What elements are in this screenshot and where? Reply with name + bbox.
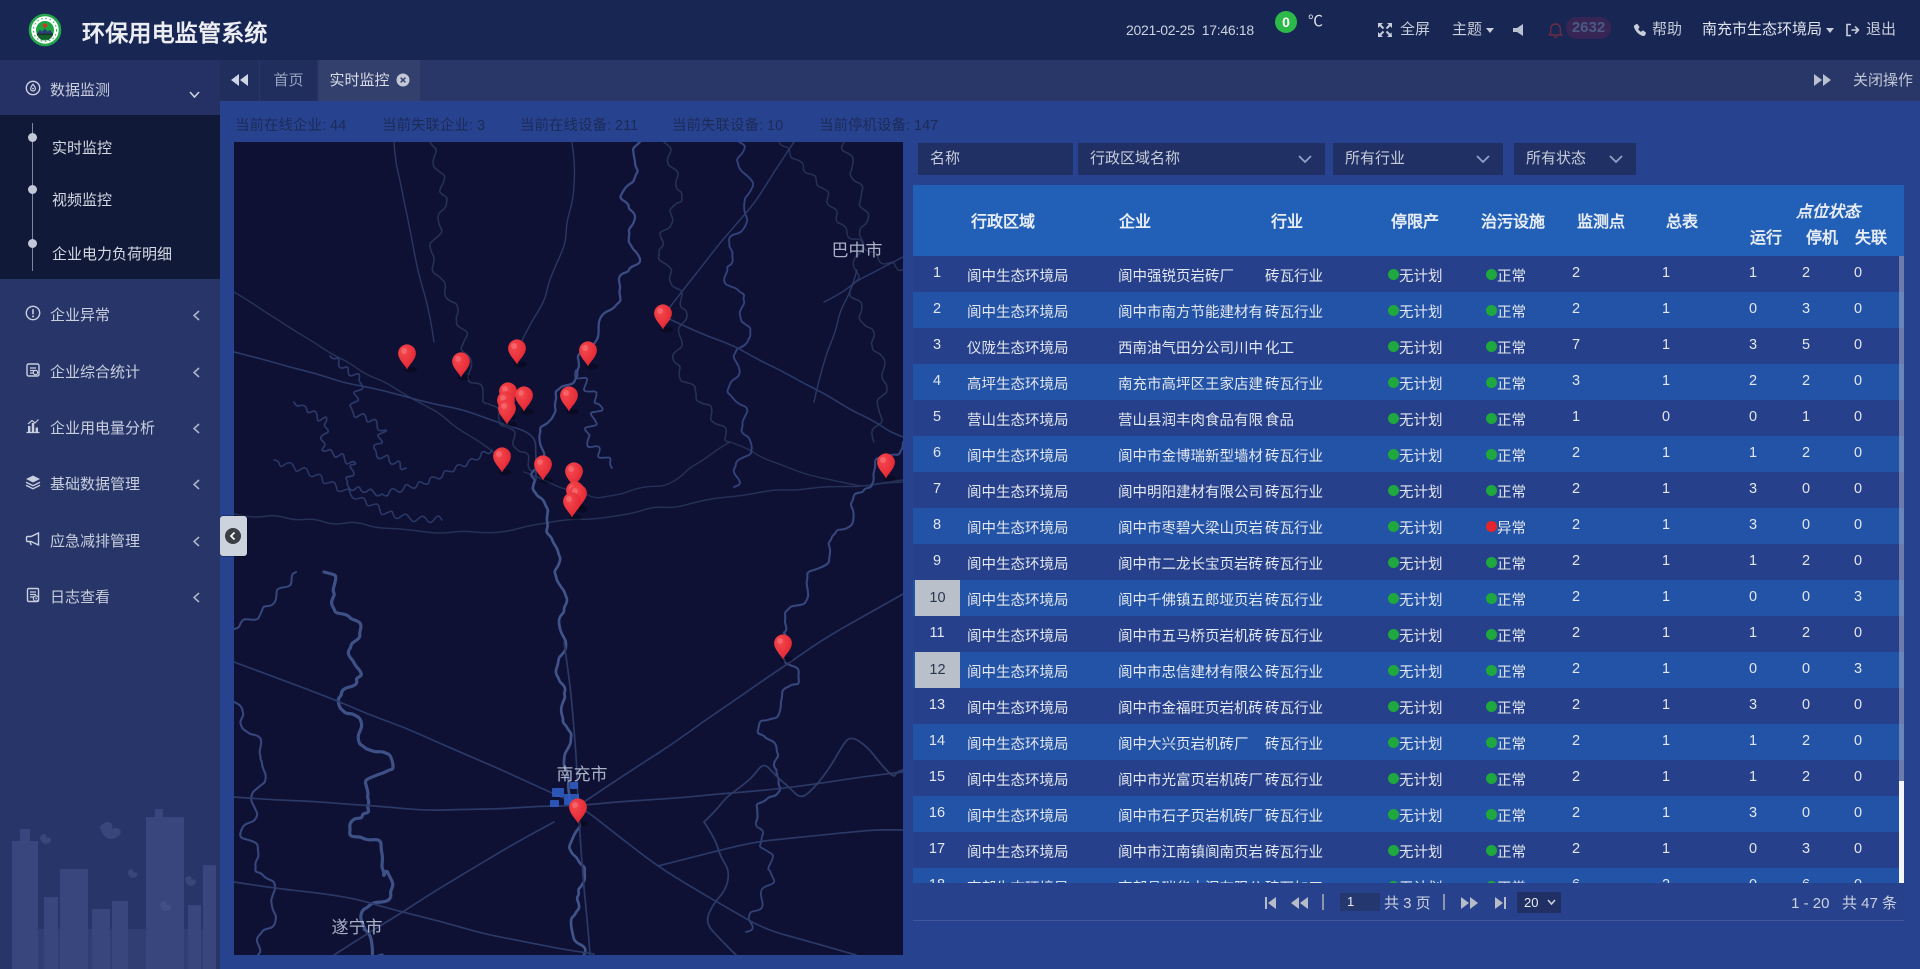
svg-text:巴中市: 巴中市: [831, 241, 882, 260]
svg-text:遂宁市: 遂宁市: [331, 918, 382, 937]
svg-text:南充市: 南充市: [556, 765, 607, 784]
